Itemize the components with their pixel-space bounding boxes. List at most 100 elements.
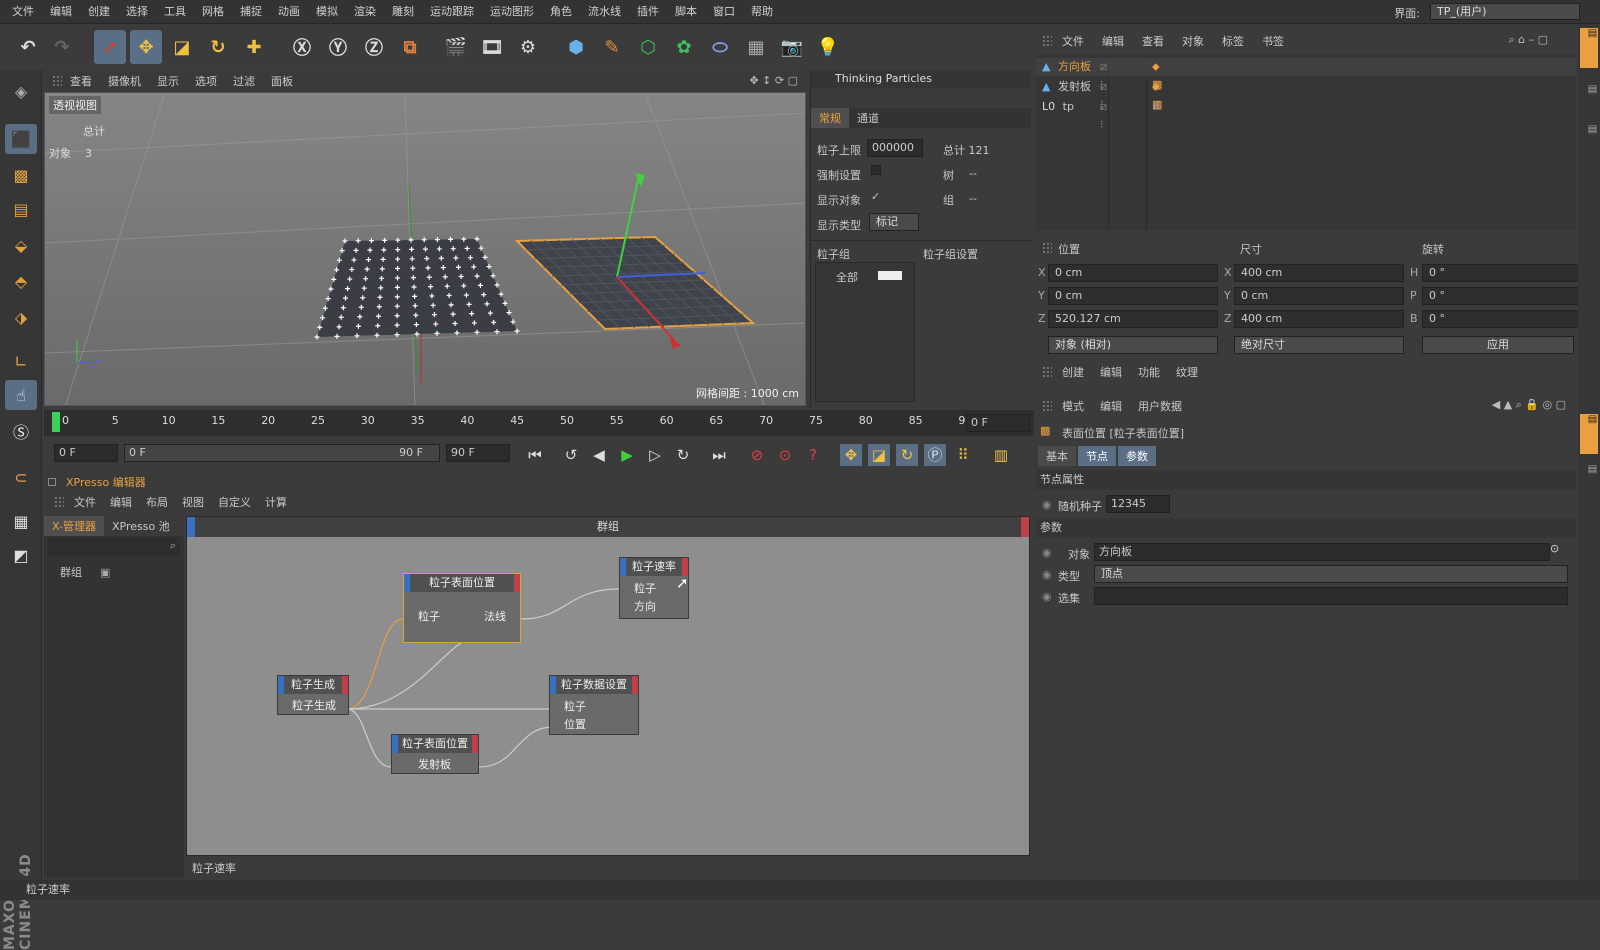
cube-icon[interactable]: ⬢ xyxy=(560,30,592,64)
key-param-icon[interactable]: Ⓟ xyxy=(924,444,946,466)
port-emitter-plane[interactable]: 发射板 xyxy=(418,756,451,772)
side-tab-layers[interactable]: ▤ xyxy=(1580,464,1598,484)
type-select[interactable]: 顶点 xyxy=(1094,565,1568,583)
menu-item[interactable]: 渲染 xyxy=(346,0,384,24)
coord-size-field[interactable]: 0 cm xyxy=(1234,287,1404,305)
xp-search-field[interactable]: ⌕ xyxy=(48,538,180,556)
record-icon[interactable]: ⊘ xyxy=(746,444,768,466)
attr-menu-texture[interactable]: 纹理 xyxy=(1176,364,1198,380)
layout-select[interactable]: TP_(用户) xyxy=(1430,3,1580,20)
coord-size-field[interactable]: 400 cm xyxy=(1234,310,1404,328)
tab-parameters[interactable]: 参数 xyxy=(1118,446,1156,466)
menu-item[interactable]: 选择 xyxy=(118,0,156,24)
tp-type-select[interactable]: 标记 xyxy=(869,213,919,231)
attr-menu-function[interactable]: 功能 xyxy=(1138,364,1160,380)
menu-item[interactable]: 脚本 xyxy=(667,0,705,24)
coord-rot-field[interactable]: 0 ° xyxy=(1422,264,1592,282)
frame-range-slider[interactable]: 0 F 90 F xyxy=(124,444,440,462)
anim-radio-icon[interactable]: ◉ xyxy=(1042,568,1052,581)
subdivision-icon[interactable]: ⬡ xyxy=(632,30,664,64)
xp-menu-file[interactable]: 文件 xyxy=(74,494,96,510)
coord-rot-field[interactable]: 0 ° xyxy=(1422,287,1592,305)
tab-basic[interactable]: 基本 xyxy=(1038,446,1076,466)
autokey-icon[interactable]: ⊙ xyxy=(774,444,796,466)
xp-menu-edit[interactable]: 编辑 xyxy=(110,494,132,510)
port-direction-in[interactable]: 方向 xyxy=(634,598,656,614)
menu-item[interactable]: 工具 xyxy=(156,0,194,24)
menu-item[interactable]: 网格 xyxy=(194,0,232,24)
redo-icon[interactable]: ↷ xyxy=(46,30,78,64)
object-name[interactable]: 方向板 xyxy=(1058,60,1091,73)
menu-item[interactable]: 插件 xyxy=(629,0,667,24)
viewport-nav-icons[interactable]: ✥ ↕ ⟳ ▢ xyxy=(749,74,798,87)
workplane-icon[interactable]: ▤ xyxy=(5,194,37,224)
tp-all-item[interactable]: 全部 xyxy=(836,269,858,285)
deformer-icon[interactable]: ⬭ xyxy=(704,30,736,64)
obj-manager-tools-icons[interactable]: ⌕ ⌂ – ▢ xyxy=(1508,33,1548,47)
node-particle-speed[interactable]: 粒子速率 粒子 方向 ➚ xyxy=(619,557,689,619)
viewport-menu-panel[interactable]: 面板 xyxy=(271,73,293,89)
add-icon[interactable]: ✚ xyxy=(238,30,270,64)
xp-menu-view[interactable]: 视图 xyxy=(182,494,204,510)
node-particle-data-set[interactable]: 粒子数据设置 粒子 位置 xyxy=(549,675,639,735)
tp-show-check-icon[interactable]: ✓ xyxy=(871,190,880,203)
tab-xpresso-pool[interactable]: XPresso 池 xyxy=(104,516,178,536)
end-frame-input[interactable]: 90 F xyxy=(446,444,510,462)
xp-menu-calc[interactable]: 计算 xyxy=(265,494,287,510)
model-mode-icon[interactable]: ⬛ xyxy=(5,124,37,154)
side-tab-2[interactable]: ▤ xyxy=(1580,84,1598,114)
xpresso-tag-icon[interactable]: ⠾ xyxy=(1152,98,1160,116)
render-settings-icon[interactable]: ⚙ xyxy=(512,30,544,64)
obj-menu-file[interactable]: 文件 xyxy=(1062,33,1084,49)
attr-menu-create[interactable]: 创建 xyxy=(1062,364,1084,380)
tp-force-checkbox[interactable] xyxy=(871,165,881,175)
cloner-icon[interactable]: ✿ xyxy=(668,30,700,64)
viewport-menu-options[interactable]: 选项 xyxy=(195,73,217,89)
menu-item[interactable]: 动画 xyxy=(270,0,308,24)
coord-size-mode-select[interactable]: 绝对尺寸 xyxy=(1234,336,1404,354)
search-icon[interactable]: ⌕ xyxy=(170,539,176,553)
menu-item[interactable]: 角色 xyxy=(542,0,580,24)
port-particle-in[interactable]: 粒子 xyxy=(634,580,656,596)
attr-menu-userdata[interactable]: 用户数据 xyxy=(1138,398,1182,414)
menu-item[interactable]: 编辑 xyxy=(42,0,80,24)
pick-object-icon[interactable]: ⊙ xyxy=(1550,542,1559,555)
move-icon[interactable]: ✥ xyxy=(130,30,162,64)
menu-item[interactable]: 流水线 xyxy=(580,0,629,24)
render-view-icon[interactable]: 🎬 xyxy=(440,30,472,64)
object-name[interactable]: tp xyxy=(1063,100,1074,113)
keyframe-help-icon[interactable]: ? xyxy=(802,444,824,466)
next-frame-icon[interactable]: ▷ xyxy=(644,444,666,466)
x-axis-icon[interactable]: Ⓧ xyxy=(286,30,318,64)
polygons-mode-icon[interactable]: ⬗ xyxy=(5,302,37,332)
node-surface-position[interactable]: 粒子表面位置 粒子 法线 xyxy=(403,573,521,643)
tab-node[interactable]: 节点 xyxy=(1078,446,1116,466)
xp-menu-layout[interactable]: 布局 xyxy=(146,494,168,510)
scale-icon[interactable]: ◪ xyxy=(166,30,198,64)
menu-item[interactable]: 运动跟踪 xyxy=(422,0,482,24)
anim-radio-icon[interactable]: ◉ xyxy=(1042,590,1052,603)
menu-item[interactable]: 捕捉 xyxy=(232,0,270,24)
tweak-icon[interactable]: ☝ xyxy=(5,380,37,410)
key-position-icon[interactable]: ✥ xyxy=(840,444,862,466)
start-frame-input[interactable]: 0 F xyxy=(54,444,118,462)
viewport-menu-filter[interactable]: 过滤 xyxy=(233,73,255,89)
y-axis-icon[interactable]: Ⓨ xyxy=(322,30,354,64)
light-icon[interactable]: 💡 xyxy=(812,30,844,64)
playhead[interactable] xyxy=(52,412,60,432)
port-normal-out[interactable]: 法线 xyxy=(484,608,506,624)
viewport-menu-display[interactable]: 显示 xyxy=(157,73,179,89)
xpresso-close-box[interactable] xyxy=(48,478,56,486)
key-scale-icon[interactable]: ◪ xyxy=(868,444,890,466)
coord-rot-field[interactable]: 0 ° xyxy=(1422,310,1592,328)
seed-input[interactable]: 12345 xyxy=(1106,495,1170,513)
obj-menu-view[interactable]: 查看 xyxy=(1142,33,1164,49)
z-axis-icon[interactable]: Ⓩ xyxy=(358,30,390,64)
port-generator-out[interactable]: 粒子生成 xyxy=(292,697,336,713)
axis-mode-icon[interactable]: ∟ xyxy=(5,346,37,376)
goto-start-icon[interactable]: ⏮ xyxy=(524,444,546,466)
coord-pos-field[interactable]: 520.127 cm xyxy=(1048,310,1218,328)
menu-item[interactable]: 窗口 xyxy=(705,0,743,24)
snap-icon[interactable]: Ⓢ xyxy=(5,416,37,446)
obj-menu-object[interactable]: 对象 xyxy=(1182,33,1204,49)
